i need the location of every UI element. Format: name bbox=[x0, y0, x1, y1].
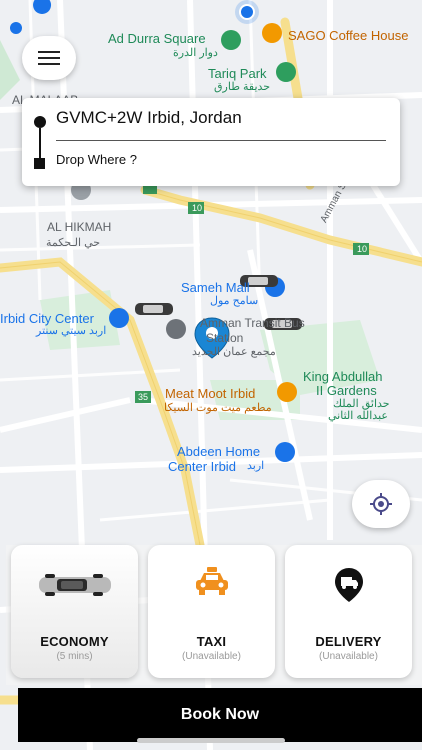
service-card-economy[interactable]: ECONOMY (5 mins) bbox=[11, 545, 138, 678]
taxi-icon bbox=[148, 567, 275, 597]
poi-label: Station bbox=[206, 331, 244, 345]
route-shield-label: 35 bbox=[138, 392, 149, 402]
service-label: DELIVERY bbox=[315, 634, 382, 649]
delivery-pin-icon bbox=[285, 567, 412, 603]
route-shield-label: 10 bbox=[192, 203, 203, 213]
menu-button[interactable] bbox=[22, 36, 76, 80]
service-label: TAXI bbox=[196, 634, 227, 649]
hamburger-icon bbox=[38, 51, 60, 65]
poi-label: Meat Moot Irbid bbox=[165, 386, 256, 401]
service-status: (Unavailable) bbox=[182, 651, 241, 662]
poi-label: Center Irbid bbox=[168, 459, 236, 474]
pickup-address[interactable]: GVMC+2W Irbid, Jordan bbox=[56, 108, 242, 128]
poi-label: Tariq Park bbox=[208, 66, 267, 81]
area-label: AL HIKMAH bbox=[47, 220, 112, 234]
poi-label: حديقة طارق bbox=[214, 81, 271, 93]
poi-label: عبدالله الثاني bbox=[328, 410, 388, 422]
poi-label: Ad Durra Square bbox=[108, 31, 206, 46]
book-now-button[interactable]: Book Now bbox=[18, 688, 422, 742]
car-icon bbox=[11, 571, 138, 599]
poi-label: Sameh Mall bbox=[181, 280, 250, 295]
poi-label: Abdeen Home bbox=[177, 444, 261, 459]
crosshair-icon bbox=[370, 493, 392, 515]
address-card: GVMC+2W Irbid, Jordan Drop Where ? bbox=[22, 98, 400, 186]
poi-label: سامح مول bbox=[210, 295, 259, 307]
poi-label: اربد bbox=[247, 460, 265, 472]
poi-label: Amman Transit Bus bbox=[200, 316, 305, 330]
pickup-dot-icon bbox=[34, 116, 46, 128]
route-shield-label: 10 bbox=[357, 244, 368, 254]
route-line bbox=[39, 128, 41, 158]
poi-label: King Abdullah bbox=[303, 369, 383, 384]
poi-label: II Gardens bbox=[316, 383, 377, 398]
home-indicator bbox=[137, 738, 285, 743]
divider bbox=[56, 140, 386, 141]
service-label: ECONOMY bbox=[40, 634, 109, 649]
dropoff-square-icon bbox=[34, 158, 45, 169]
poi-label: SAGO Coffee House bbox=[288, 28, 409, 43]
my-location-button[interactable] bbox=[352, 480, 410, 528]
service-status: (Unavailable) bbox=[319, 651, 378, 662]
dropoff-input[interactable]: Drop Where ? bbox=[56, 152, 137, 167]
poi-label: اربد سيتي سنتر bbox=[36, 325, 107, 337]
poi-label: مجمع عمان الجديد bbox=[192, 346, 276, 358]
service-card-delivery[interactable]: DELIVERY (Unavailable) bbox=[285, 545, 412, 678]
service-eta: (5 mins) bbox=[56, 651, 93, 662]
poi-label: دوار الدرة bbox=[173, 47, 218, 59]
poi-label: مطعم ميت موت السيكا bbox=[164, 402, 272, 414]
area-label: حي الـحكمة bbox=[46, 237, 101, 249]
service-card-taxi[interactable]: TAXI (Unavailable) bbox=[148, 545, 275, 678]
